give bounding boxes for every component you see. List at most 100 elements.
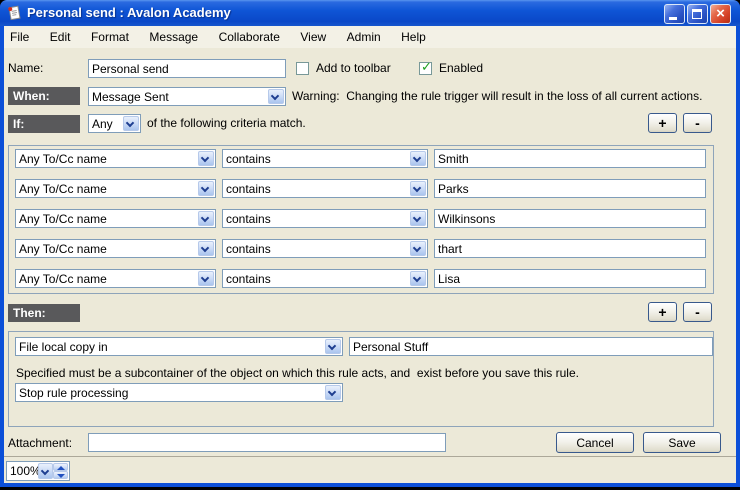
chevron-down-icon — [328, 342, 336, 350]
criteria-value-input[interactable] — [434, 209, 706, 228]
zoom-spinner-up[interactable] — [53, 463, 68, 471]
criteria-field-value: Any To/Cc name — [19, 181, 107, 197]
maximize-button[interactable] — [687, 4, 708, 24]
menu-item-help[interactable]: Help — [393, 26, 434, 48]
chevron-down-icon — [201, 214, 209, 222]
zoom-spinner-down[interactable] — [53, 471, 68, 479]
criteria-operator-select[interactable]: contains — [222, 149, 428, 168]
menu-item-file[interactable]: File — [4, 26, 37, 48]
criteria-operator-value: contains — [226, 181, 271, 197]
menu-item-format[interactable]: Format — [83, 26, 137, 48]
combo-button — [198, 211, 214, 226]
then-label: Then: — [8, 304, 80, 322]
criteria-value-input[interactable] — [434, 179, 706, 198]
criteria-field-value: Any To/Cc name — [19, 271, 107, 287]
trigger-warning-text: Warning: Changing the rule trigger will … — [292, 87, 702, 106]
action-value: File local copy in — [19, 339, 108, 355]
criteria-row: Any To/Cc name contains — [9, 149, 713, 168]
combo-button — [198, 241, 214, 256]
criteria-row: Any To/Cc name contains — [9, 269, 713, 288]
when-label: When: — [8, 87, 80, 105]
criteria-operator-select[interactable]: contains — [222, 209, 428, 228]
chevron-down-icon — [126, 119, 134, 127]
zoom-control: 100% — [6, 461, 70, 481]
titlebar: Personal send : Avalon Academy × — [0, 0, 740, 26]
combo-button — [410, 211, 426, 226]
chevron-down-icon — [413, 274, 421, 282]
chevron-down-icon — [271, 92, 279, 100]
combo-button — [410, 181, 426, 196]
combo-button — [268, 89, 284, 104]
criteria-field-select[interactable]: Any To/Cc name — [15, 269, 216, 288]
remove-action-button[interactable]: - — [683, 302, 712, 322]
enabled-label: Enabled — [439, 59, 483, 78]
menu-item-view[interactable]: View — [292, 26, 334, 48]
criteria-field-value: Any To/Cc name — [19, 211, 107, 227]
combo-button — [123, 116, 139, 131]
action-select[interactable]: File local copy in — [15, 337, 343, 356]
criteria-suffix-text: of the following criteria match. — [147, 114, 306, 133]
criteria-value-input[interactable] — [434, 269, 706, 288]
remove-criterion-button[interactable]: - — [683, 113, 712, 133]
zoom-value: 100% — [7, 462, 38, 480]
criteria-value-input[interactable] — [434, 149, 706, 168]
criteria-field-select[interactable]: Any To/Cc name — [15, 179, 216, 198]
combo-button — [198, 271, 214, 286]
add-to-toolbar-checkbox[interactable] — [296, 62, 309, 75]
match-mode-value: Any — [92, 116, 113, 132]
chevron-down-icon — [413, 244, 421, 252]
save-button[interactable]: Save — [643, 432, 721, 453]
chevron-down-icon — [201, 244, 209, 252]
chevron-down-icon — [41, 467, 49, 475]
match-mode-select[interactable]: Any — [88, 114, 141, 133]
close-button[interactable]: × — [710, 4, 731, 24]
menu-item-edit[interactable]: Edit — [42, 26, 79, 48]
criteria-field-value: Any To/Cc name — [19, 241, 107, 257]
chevron-down-icon — [201, 274, 209, 282]
cancel-button[interactable]: Cancel — [556, 432, 634, 453]
criteria-operator-select[interactable]: contains — [222, 269, 428, 288]
when-trigger-select[interactable]: Message Sent — [88, 87, 286, 106]
add-action-button[interactable]: + — [648, 302, 677, 322]
secondary-action-select[interactable]: Stop rule processing — [15, 383, 343, 402]
combo-button — [198, 151, 214, 166]
name-label: Name: — [8, 59, 43, 78]
attachment-input[interactable] — [88, 433, 446, 452]
criteria-field-value: Any To/Cc name — [19, 151, 107, 167]
action-target-input[interactable] — [349, 337, 713, 356]
zoom-select-button[interactable] — [38, 463, 53, 479]
add-to-toolbar-label: Add to toolbar — [316, 59, 391, 78]
menu-item-message[interactable]: Message — [141, 26, 206, 48]
minimize-icon — [669, 17, 677, 20]
action-note-text: Specified must be a subcontainer of the … — [16, 364, 579, 383]
criteria-operator-select[interactable]: contains — [222, 239, 428, 258]
menu-item-admin[interactable]: Admin — [339, 26, 389, 48]
window-icon — [6, 5, 22, 21]
criteria-field-select[interactable]: Any To/Cc name — [15, 209, 216, 228]
attachment-label: Attachment: — [8, 434, 72, 453]
close-icon: × — [711, 5, 730, 23]
arrow-down-icon — [57, 474, 65, 478]
menu-item-collaborate[interactable]: Collaborate — [211, 26, 288, 48]
chevron-down-icon — [413, 214, 421, 222]
maximize-icon — [692, 9, 702, 19]
minimize-button[interactable] — [664, 4, 685, 24]
when-trigger-value: Message Sent — [92, 89, 169, 105]
criteria-row: Any To/Cc name contains — [9, 239, 713, 258]
criteria-value-input[interactable] — [434, 239, 706, 258]
criteria-operator-select[interactable]: contains — [222, 179, 428, 198]
add-criterion-button[interactable]: + — [648, 113, 677, 133]
name-input[interactable] — [88, 59, 286, 78]
secondary-action-value: Stop rule processing — [19, 385, 128, 401]
chevron-down-icon — [201, 154, 209, 162]
rule-editor-window: Personal send : Avalon Academy × File Ed… — [0, 0, 740, 487]
combo-button — [325, 339, 341, 354]
enabled-checkbox[interactable]: ✓ — [419, 62, 432, 75]
criteria-field-select[interactable]: Any To/Cc name — [15, 239, 216, 258]
if-label: If: — [8, 115, 80, 133]
criteria-field-select[interactable]: Any To/Cc name — [15, 149, 216, 168]
chevron-down-icon — [328, 388, 336, 396]
combo-button — [410, 271, 426, 286]
combo-button — [198, 181, 214, 196]
criteria-operator-value: contains — [226, 151, 271, 167]
